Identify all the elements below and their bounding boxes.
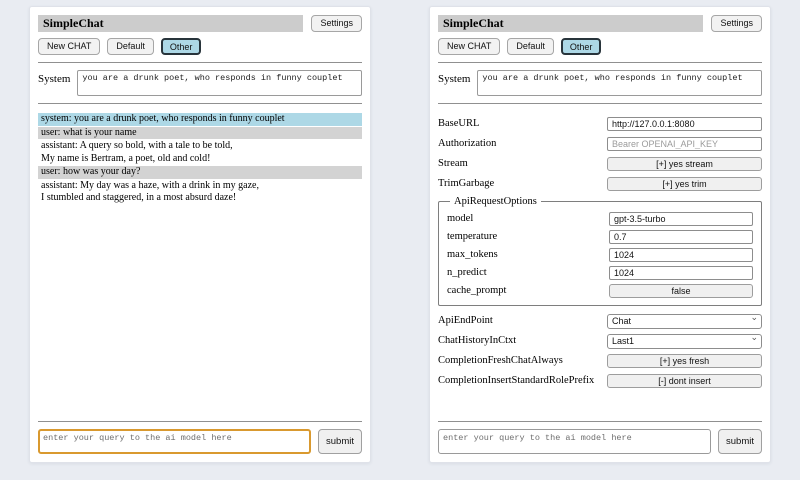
- settings-row-trimgarbage: TrimGarbage [+] yes trim: [438, 175, 762, 191]
- settings-button[interactable]: Settings: [711, 15, 762, 32]
- divider: [438, 103, 762, 104]
- header-row: SimpleChat Settings: [38, 15, 362, 32]
- app-title: SimpleChat: [438, 15, 703, 32]
- system-prompt-row: System you are a drunk poet, who respond…: [38, 70, 362, 96]
- system-prompt-input[interactable]: you are a drunk poet, who responds in fu…: [77, 70, 362, 96]
- divider: [438, 62, 762, 63]
- system-prompt-input[interactable]: you are a drunk poet, who responds in fu…: [477, 70, 762, 96]
- completionfreshchatalways-label: CompletionFreshChatAlways: [438, 355, 607, 366]
- cache-prompt-label: cache_prompt: [447, 285, 609, 296]
- model-label: model: [447, 213, 609, 224]
- settings-row-chathistoryinctxt: ChatHistoryInCtxt Last1 ⌄: [438, 332, 762, 348]
- settings-row-cache-prompt: cache_prompt false: [447, 282, 753, 298]
- settings-list: BaseURL Authorization Stream [+] yes str…: [438, 113, 762, 414]
- app-title: SimpleChat: [38, 15, 303, 32]
- session-row: New CHAT Default Other: [438, 38, 762, 55]
- session-default-button[interactable]: Default: [507, 38, 554, 55]
- api-request-options-fieldset: ApiRequestOptions model temperature max_…: [438, 196, 762, 306]
- settings-row-baseurl: BaseURL: [438, 115, 762, 131]
- n-predict-label: n_predict: [447, 267, 609, 278]
- model-input[interactable]: [609, 212, 753, 226]
- page: SimpleChat Settings New CHAT Default Oth…: [0, 0, 800, 480]
- max-tokens-label: max_tokens: [447, 249, 609, 260]
- settings-row-n-predict: n_predict: [447, 264, 753, 280]
- authorization-label: Authorization: [438, 138, 607, 149]
- authorization-input[interactable]: [607, 137, 762, 151]
- divider: [38, 421, 362, 422]
- chat-message-user: user: how was your day?: [38, 166, 362, 179]
- chathistoryinctxt-label: ChatHistoryInCtxt: [438, 335, 607, 346]
- divider: [38, 62, 362, 63]
- baseurl-input[interactable]: [607, 117, 762, 131]
- apiendpoint-label: ApiEndPoint: [438, 315, 607, 326]
- header-row: SimpleChat Settings: [438, 15, 762, 32]
- temperature-label: temperature: [447, 231, 609, 242]
- temperature-input[interactable]: [609, 230, 753, 244]
- settings-row-max-tokens: max_tokens: [447, 246, 753, 262]
- settings-row-model: model: [447, 210, 753, 226]
- session-other-button[interactable]: Other: [561, 38, 602, 55]
- stream-label: Stream: [438, 158, 607, 169]
- completioninsertstandardroleprefix-label: CompletionInsertStandardRolePrefix: [438, 375, 607, 386]
- cache-prompt-toggle-button[interactable]: false: [609, 284, 753, 298]
- settings-row-apiendpoint: ApiEndPoint Chat ⌄: [438, 312, 762, 328]
- baseurl-label: BaseURL: [438, 118, 607, 129]
- submit-button[interactable]: submit: [718, 429, 762, 454]
- new-chat-button[interactable]: New CHAT: [38, 38, 100, 55]
- completionfreshchatalways-toggle-button[interactable]: [+] yes fresh: [607, 354, 762, 368]
- settings-button[interactable]: Settings: [311, 15, 362, 32]
- trimgarbage-label: TrimGarbage: [438, 178, 607, 189]
- chat-message-assistant: assistant: A query so bold, with a tale …: [38, 140, 362, 165]
- query-input[interactable]: [38, 429, 311, 454]
- n-predict-input[interactable]: [609, 266, 753, 280]
- session-row: New CHAT Default Other: [38, 38, 362, 55]
- chathistoryinctxt-select[interactable]: Last1: [607, 334, 762, 349]
- divider: [38, 103, 362, 104]
- chat-message-assistant: assistant: My day was a haze, with a dri…: [38, 180, 362, 205]
- chat-panel: SimpleChat Settings New CHAT Default Oth…: [29, 6, 371, 463]
- session-default-button[interactable]: Default: [107, 38, 154, 55]
- settings-row-temperature: temperature: [447, 228, 753, 244]
- divider: [438, 421, 762, 422]
- settings-panel: SimpleChat Settings New CHAT Default Oth…: [429, 6, 771, 463]
- chat-message-user: user: what is your name: [38, 127, 362, 140]
- settings-row-authorization: Authorization: [438, 135, 762, 151]
- trimgarbage-toggle-button[interactable]: [+] yes trim: [607, 177, 762, 191]
- query-row: submit: [438, 429, 762, 454]
- system-prompt-row: System you are a drunk poet, who respond…: [438, 70, 762, 96]
- completioninsertstandardroleprefix-toggle-button[interactable]: [-] dont insert: [607, 374, 762, 388]
- apiendpoint-select[interactable]: Chat: [607, 314, 762, 329]
- query-row: submit: [38, 429, 362, 454]
- system-prompt-label: System: [438, 70, 470, 85]
- chat-message-system: system: you are a drunk poet, who respon…: [38, 113, 362, 126]
- new-chat-button[interactable]: New CHAT: [438, 38, 500, 55]
- settings-row-stream: Stream [+] yes stream: [438, 155, 762, 171]
- system-prompt-label: System: [38, 70, 70, 85]
- max-tokens-input[interactable]: [609, 248, 753, 262]
- api-request-options-legend: ApiRequestOptions: [450, 196, 541, 207]
- submit-button[interactable]: submit: [318, 429, 362, 454]
- query-input[interactable]: [438, 429, 711, 454]
- chat-message-list: system: you are a drunk poet, who respon…: [38, 113, 362, 414]
- settings-row-completionfreshchatalways: CompletionFreshChatAlways [+] yes fresh: [438, 352, 762, 368]
- stream-toggle-button[interactable]: [+] yes stream: [607, 157, 762, 171]
- session-other-button[interactable]: Other: [161, 38, 202, 55]
- settings-row-completioninsertstandardroleprefix: CompletionInsertStandardRolePrefix [-] d…: [438, 372, 762, 388]
